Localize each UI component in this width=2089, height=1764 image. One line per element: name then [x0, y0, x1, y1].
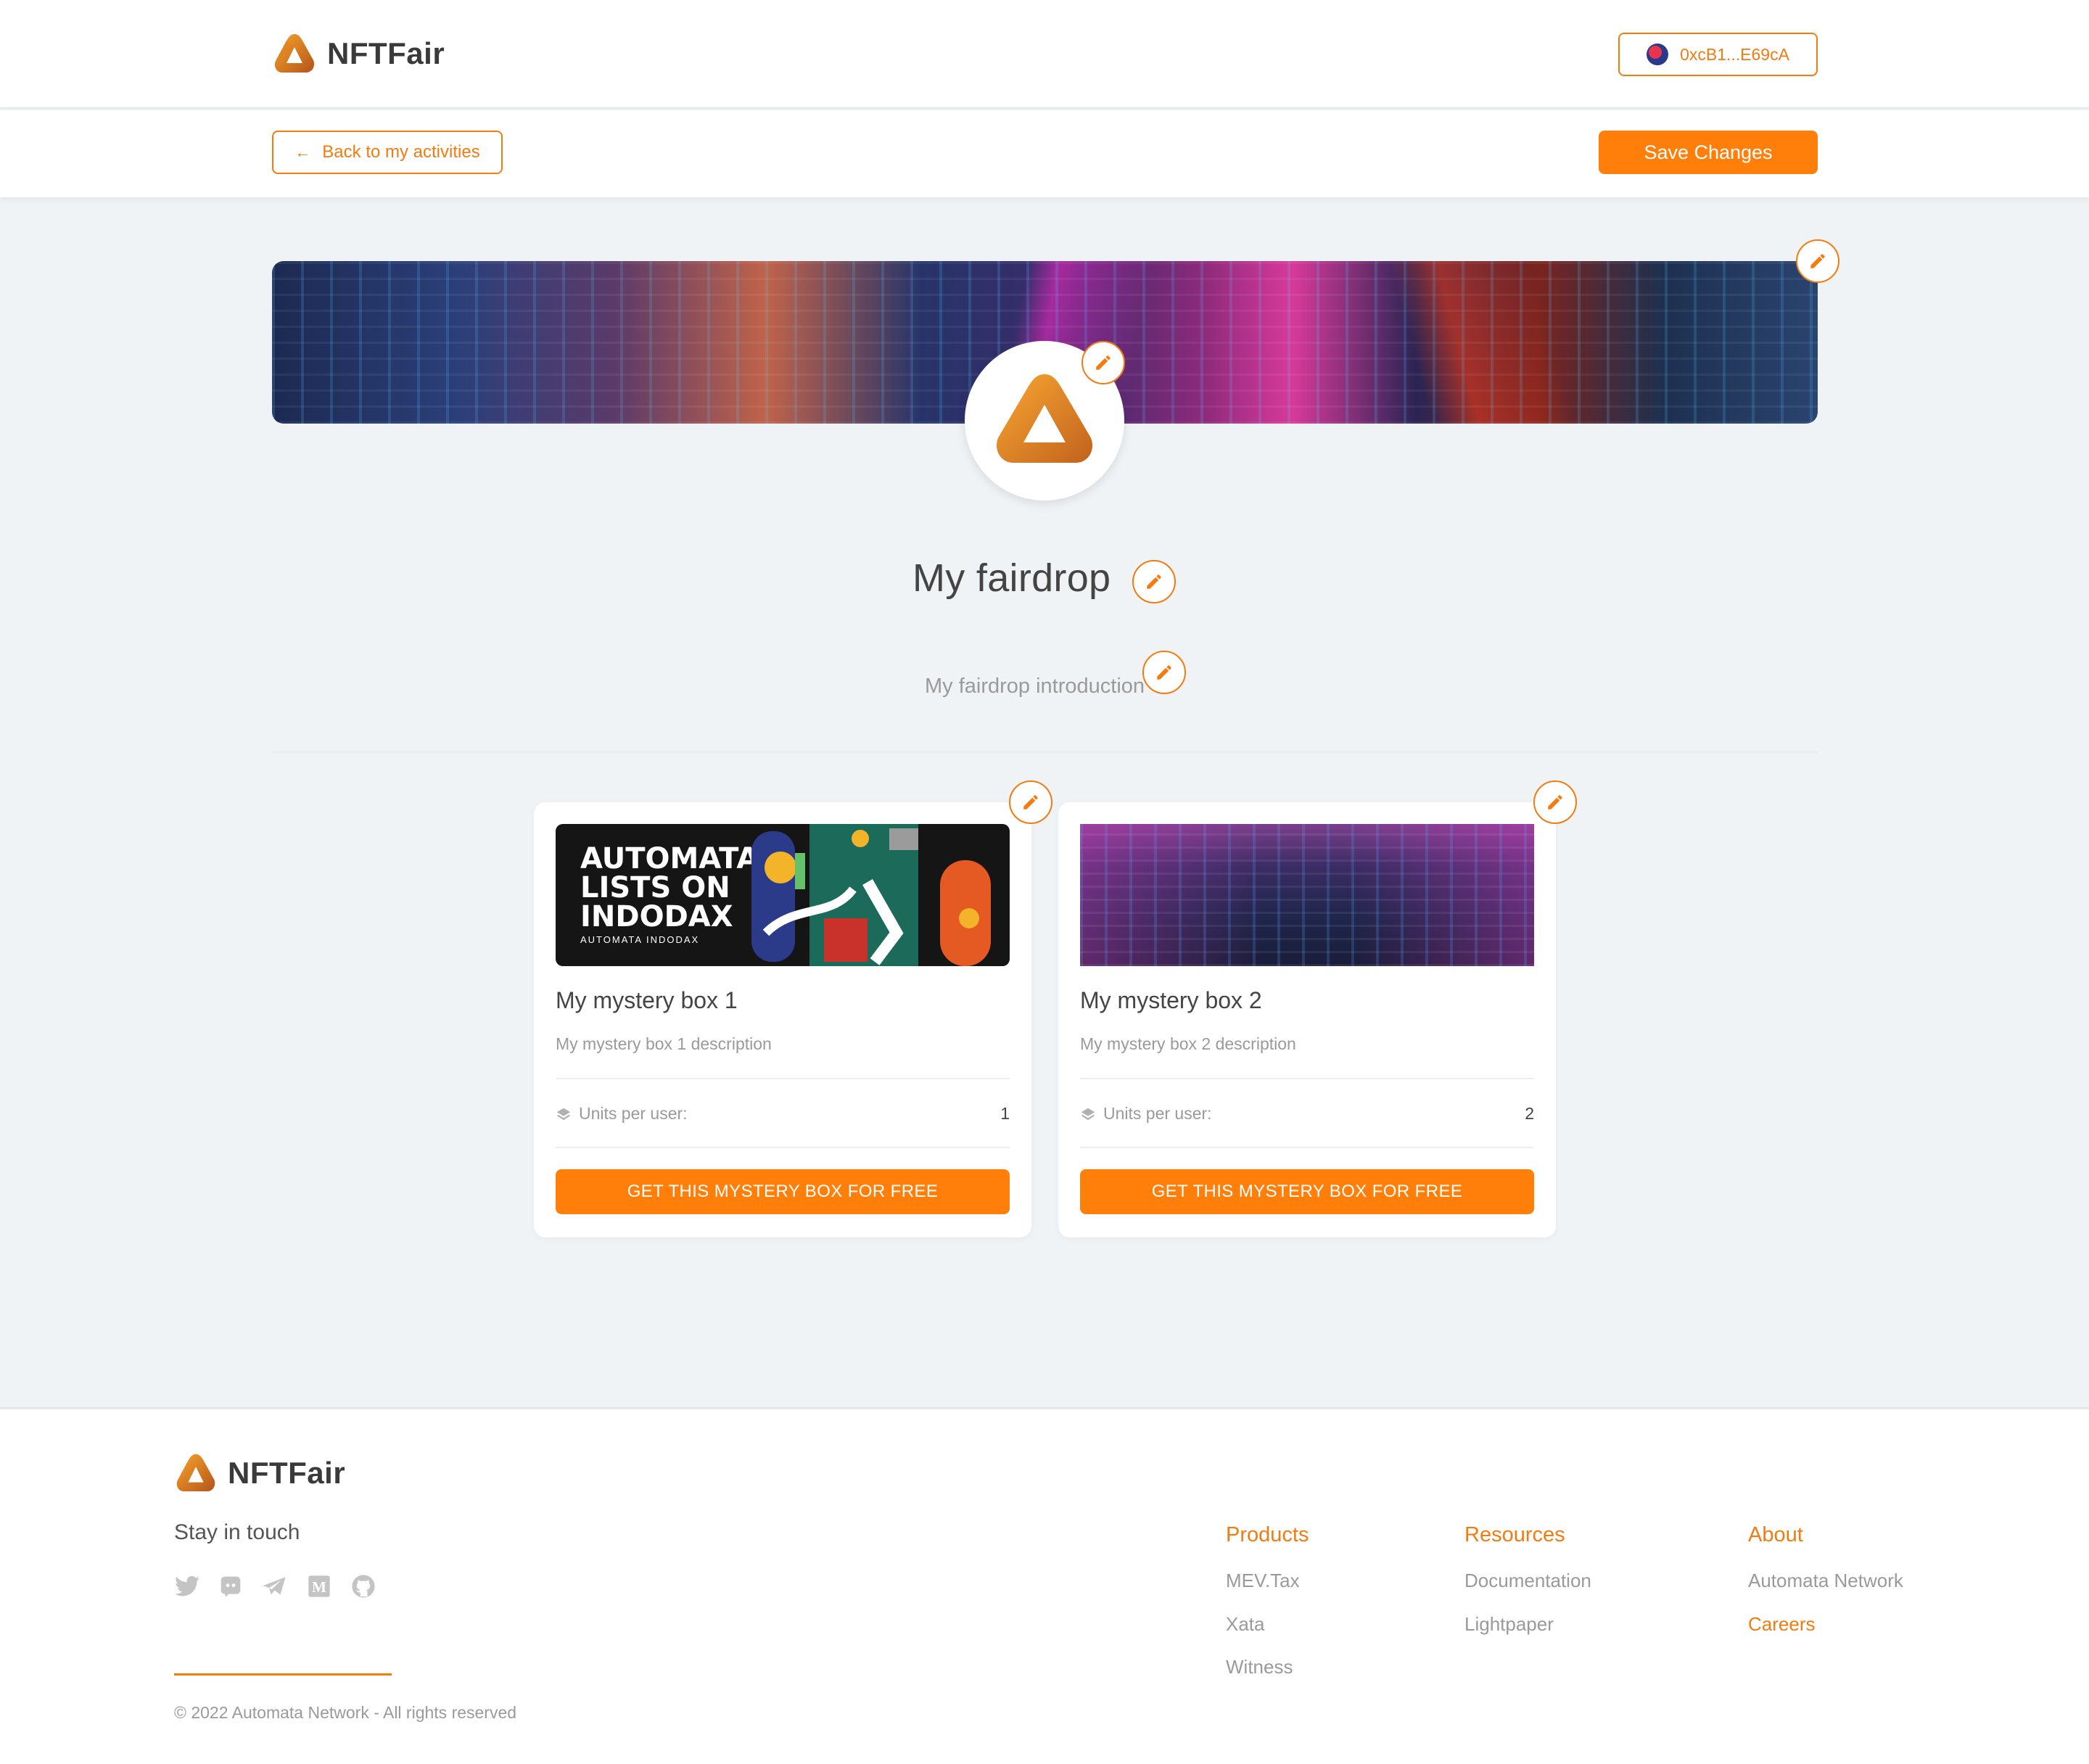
pencil-icon [1157, 665, 1171, 680]
fairdrop-title: My fairdrop [912, 556, 1111, 600]
illustration-graphic [751, 824, 991, 966]
footer-heading-resources: Resources [1464, 1523, 1565, 1546]
automata-logo-icon [996, 374, 1093, 463]
nftfair-logo-icon [176, 1454, 215, 1492]
footer-link-xata[interactable]: Xata [1226, 1613, 1265, 1636]
pencil-icon [1810, 254, 1825, 268]
units-label-text: Units per user: [1103, 1104, 1212, 1123]
footer-accent-line [174, 1673, 392, 1676]
brand-logo[interactable]: NFTFair [272, 31, 445, 76]
pencil-icon [1096, 355, 1111, 370]
footer-brand-logo[interactable]: NFTFair [174, 1451, 345, 1495]
wallet-button[interactable]: 0xcB1...E69cA [1618, 33, 1818, 76]
back-button[interactable]: ← Back to my activities [272, 131, 503, 174]
wallet-address: 0xcB1...E69cA [1680, 44, 1789, 64]
edit-mystery-box-button[interactable] [1009, 780, 1052, 824]
footer-heading-products: Products [1226, 1523, 1309, 1546]
footer-link-documentation[interactable]: Documentation [1464, 1570, 1591, 1592]
copyright: © 2022 Automata Network - All rights res… [174, 1703, 517, 1722]
mystery-box-image [1080, 824, 1534, 966]
footer-brand-name: NFTFair [228, 1456, 346, 1490]
nftfair-logo-icon [274, 34, 315, 73]
layers-icon [556, 1108, 571, 1120]
medium-icon[interactable]: M [305, 1573, 333, 1600]
footer-link-careers[interactable]: Careers [1748, 1613, 1815, 1636]
card-divider [556, 1147, 1010, 1148]
layers-icon [1081, 1108, 1095, 1120]
arrow-left-icon: ← [294, 143, 311, 161]
pencil-icon [1548, 795, 1562, 809]
twitter-icon[interactable] [173, 1573, 201, 1600]
card-divider [1080, 1078, 1534, 1079]
footer-link-lightpaper[interactable]: Lightpaper [1464, 1613, 1554, 1636]
get-mystery-box-button[interactable]: GET THIS MYSTERY BOX FOR FREE [556, 1169, 1010, 1214]
discord-icon[interactable] [217, 1573, 244, 1600]
edit-banner-button[interactable] [1796, 239, 1839, 283]
save-button[interactable]: Save Changes [1599, 131, 1818, 174]
brand-name: NFTFair [327, 36, 445, 70]
units-per-user-value: 2 [1525, 1104, 1534, 1123]
mystery-box-title: My mystery box 2 [1080, 987, 1262, 1013]
mystery-box-description: My mystery box 1 description [556, 1034, 772, 1053]
footer-link-automata-network[interactable]: Automata Network [1748, 1570, 1903, 1592]
edit-introduction-button[interactable] [1142, 651, 1186, 694]
units-label-text: Units per user: [579, 1104, 688, 1123]
section-divider [272, 751, 1818, 753]
wallet-avatar [1647, 44, 1669, 65]
footer-link-mev-tax[interactable]: MEV.Tax [1226, 1570, 1300, 1592]
stay-in-touch-label: Stay in touch [174, 1520, 300, 1544]
mystery-box-description: My mystery box 2 description [1080, 1034, 1296, 1053]
svg-text:M: M [312, 1578, 326, 1596]
units-per-user-label: Units per user: [1080, 1104, 1212, 1124]
units-per-user-value: 1 [1000, 1104, 1010, 1123]
fairdrop-introduction: My fairdrop introduction [925, 675, 1145, 698]
back-label: Back to my activities [322, 142, 480, 162]
top-navbar: NFTFair 0xcB1...E69cA [0, 0, 2089, 109]
edit-mystery-box-button[interactable] [1533, 780, 1577, 824]
image-subtext: AUTOMATA INDODAX [580, 934, 700, 945]
telegram-icon[interactable] [260, 1573, 288, 1600]
card-divider [1080, 1147, 1534, 1148]
edit-title-button[interactable] [1132, 560, 1176, 603]
units-per-user-label: Units per user: [556, 1104, 688, 1124]
mystery-box-card: My mystery box 2 My mystery box 2 descri… [1058, 802, 1556, 1237]
pencil-icon [1023, 795, 1038, 809]
mystery-box-card: AUTOMATA LISTS ON INDODAX AUTOMATA INDOD… [534, 802, 1031, 1237]
get-mystery-box-button[interactable]: GET THIS MYSTERY BOX FOR FREE [1080, 1169, 1534, 1214]
edit-avatar-button[interactable] [1081, 341, 1125, 384]
github-icon[interactable] [350, 1573, 377, 1600]
mystery-box-title: My mystery box 1 [556, 987, 738, 1013]
mystery-box-image: AUTOMATA LISTS ON INDODAX AUTOMATA INDOD… [556, 824, 1010, 966]
pencil-icon [1147, 574, 1161, 589]
footer-link-witness[interactable]: Witness [1226, 1656, 1293, 1678]
card-divider [556, 1078, 1010, 1079]
footer-heading-about: About [1748, 1523, 1803, 1546]
image-headline: AUTOMATA LISTS ON INDODAX [580, 842, 759, 933]
